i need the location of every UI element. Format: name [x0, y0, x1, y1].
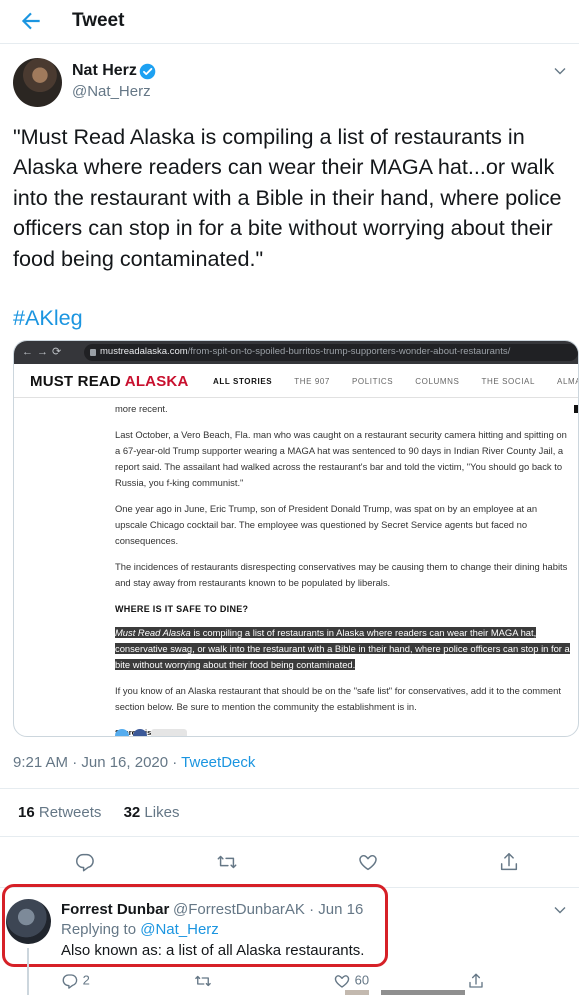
menu-item: THE 907 [294, 377, 330, 386]
article-paragraph: If you know of an Alaska restaurant that… [115, 685, 561, 712]
menu-item: ALL STORIES [213, 377, 273, 386]
url-text: mustreadalaska.com/from-spit-on-to-spoil… [100, 346, 511, 357]
reply-count: 2 [82, 972, 90, 988]
chevron-down-icon[interactable] [553, 64, 567, 78]
site-header: MUST READ ALASKA ALL STORIES THE 907 POLIT… [14, 364, 578, 398]
divider [0, 788, 579, 789]
reply-reply-button[interactable]: 2 [61, 972, 90, 990]
reply-icon[interactable] [74, 851, 96, 873]
twitter-share-icon [115, 729, 129, 736]
browser-nav-icons: ←→⟳ [22, 346, 66, 358]
back-arrow-icon[interactable] [18, 8, 44, 34]
author-name[interactable]: Nat Herz [72, 62, 137, 80]
divider [0, 836, 579, 837]
article-paragraph: The incidences of restaurants disrespect… [115, 561, 568, 588]
tweet-stats: 16 Retweets 32 Likes [18, 804, 197, 821]
menu-item: THE SOCIAL [481, 377, 536, 386]
tweet-media-image[interactable]: ←→⟳ mustreadalaska.com/from-spit-on-to-s… [13, 340, 579, 737]
lock-icon [90, 349, 96, 356]
article-paragraph: One year ago in June, Eric Trump, son of… [115, 503, 538, 546]
retweets-stat[interactable]: 16 Retweets [18, 804, 101, 821]
article-paragraph: Last October, a Vero Beach, Fla. man who… [115, 429, 567, 488]
hashtag-link[interactable]: #AKleg [13, 305, 83, 331]
share-icon [469, 973, 483, 988]
reply-text: Also known as: a list of all Alaska rest… [61, 942, 365, 959]
tweet-text: "Must Read Alaska is compiling a list of… [13, 124, 562, 271]
chevron-down-icon[interactable] [553, 903, 567, 917]
menu-item: POLITICS [351, 377, 394, 386]
next-tweet-partial [345, 990, 465, 995]
replying-to: Replying to @Nat_Herz [61, 921, 219, 938]
retweet-icon [195, 975, 211, 987]
article-body: more recent. Last October, a Vero Beach,… [115, 401, 570, 736]
reply-icon [62, 974, 78, 989]
facebook-share-icon [133, 729, 147, 736]
retweet-icon[interactable] [216, 851, 238, 873]
site-logo: MUST READ ALASKA [30, 373, 189, 390]
share-buttons [115, 729, 191, 736]
highlighted-paragraph: Must Read Alaska is compiling a list of … [115, 627, 570, 670]
mention-link[interactable]: @Nat_Herz [140, 921, 219, 938]
reply-share-button[interactable] [467, 972, 485, 990]
article-heading: WHERE IS IT SAFE TO DINE? [115, 604, 249, 614]
page-title: Tweet [72, 10, 125, 31]
menu-item: ALMANAC [557, 377, 578, 386]
reply-author-meta[interactable]: @ForrestDunbarAK · Jun 16 [173, 901, 363, 918]
like-count: 60 [354, 972, 370, 988]
reply-retweet-button[interactable] [194, 972, 212, 990]
reply-like-button[interactable]: 60 [333, 972, 369, 990]
thread-line [27, 948, 29, 995]
reply-author-name[interactable]: Forrest Dunbar [61, 901, 169, 918]
author-handle[interactable]: @Nat_Herz [72, 83, 151, 100]
top-bar: Tweet [0, 0, 579, 44]
more-share-icon [151, 729, 187, 736]
menu-item: COLUMNS [415, 377, 460, 386]
like-icon[interactable] [357, 851, 379, 873]
reply-avatar[interactable] [6, 899, 51, 944]
share-icon[interactable] [498, 851, 520, 873]
author-avatar[interactable] [13, 58, 62, 107]
site-menu: ALL STORIES THE 907 POLITICS COLUMNS THE SOC… [213, 377, 578, 386]
verified-badge-icon [139, 63, 156, 80]
browser-toolbar: ←→⟳ mustreadalaska.com/from-spit-on-to-s… [14, 341, 578, 364]
like-icon [334, 975, 350, 988]
article-paragraph: more recent. [115, 403, 168, 414]
likes-stat[interactable]: 32 Likes [124, 804, 180, 821]
scroll-marker [574, 405, 578, 413]
source-link[interactable]: TweetDeck [181, 754, 255, 771]
tweet-timestamp: 9:21 AM · Jun 16, 2020 · TweetDeck [13, 754, 256, 771]
